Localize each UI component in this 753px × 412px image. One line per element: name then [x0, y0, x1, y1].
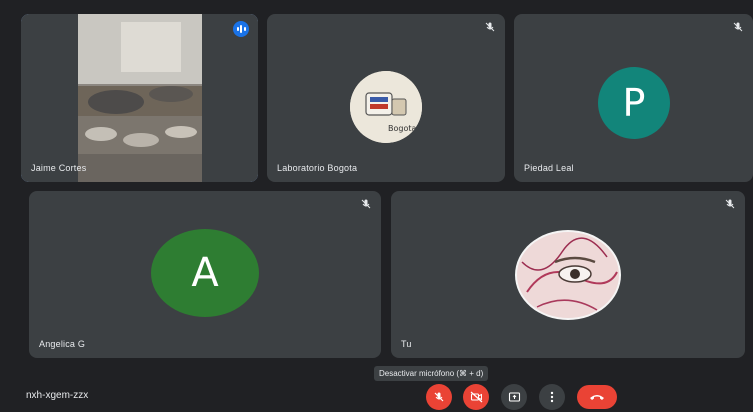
participant-name: Angelica G	[39, 339, 86, 349]
mic-off-icon	[725, 199, 735, 209]
speaking-indicator-icon	[233, 21, 249, 37]
mic-off-icon	[434, 392, 444, 402]
avatar: P	[598, 67, 670, 139]
participant-tile-laboratorio[interactable]: Bogota Laboratorio Bogota	[267, 14, 505, 182]
avatar: Bogota	[350, 71, 422, 143]
call-end-icon	[590, 395, 604, 400]
avatar-letter: A	[191, 250, 219, 296]
microphone-toggle-button[interactable]	[426, 384, 452, 410]
participant-tile-self[interactable]: Tu	[391, 191, 745, 358]
mic-off-icon	[733, 22, 743, 32]
meeting-code: nxh-xgem-zzx	[26, 390, 89, 401]
participant-tile-piedad[interactable]: P Piedad Leal	[514, 14, 753, 182]
present-screen-icon	[508, 392, 520, 402]
more-vert-icon	[550, 391, 554, 403]
camera-off-icon	[470, 391, 482, 403]
participant-name: Tu	[401, 339, 412, 349]
participant-name: Jaime Cortes	[31, 163, 87, 173]
microphone-tooltip: Desactivar micrófono (⌘ + d)	[374, 366, 489, 381]
svg-text:Bogota: Bogota	[388, 124, 416, 133]
present-screen-button[interactable]	[501, 384, 527, 410]
end-call-button[interactable]	[577, 385, 617, 409]
mic-off-icon	[361, 199, 371, 209]
more-options-button[interactable]	[539, 384, 565, 410]
avatar	[515, 230, 621, 320]
participant-tile-jaime[interactable]: Jaime Cortes	[21, 14, 258, 182]
avatar: A	[151, 229, 259, 317]
participant-name: Laboratorio Bogota	[277, 163, 358, 173]
participant-video	[21, 14, 258, 182]
participant-tile-angelica[interactable]: A Angelica G	[29, 191, 381, 358]
participant-name: Piedad Leal	[524, 163, 574, 173]
mic-off-icon	[485, 22, 495, 32]
camera-toggle-button[interactable]	[463, 384, 489, 410]
avatar-letter: P	[622, 81, 646, 125]
